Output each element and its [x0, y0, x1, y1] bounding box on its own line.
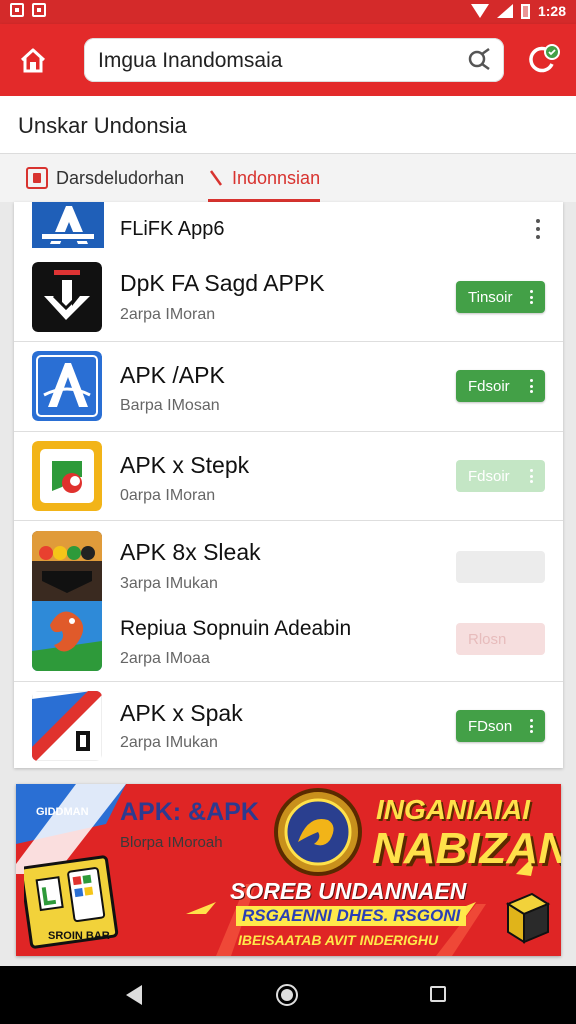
- install-button[interactable]: Fdsoir: [456, 370, 545, 402]
- notification-icon: [10, 3, 24, 17]
- app-list: FLiFK App6 DpK FA Sagd APPK 2arpa IMoran…: [14, 202, 563, 768]
- banner-line-3: IBEISAATAB AVIT INDERIGHU: [238, 932, 439, 948]
- app-name: DpK FA Sagd APPK: [120, 270, 325, 296]
- list-item[interactable]: APK 8x Sleak 3arpa IMukan: [14, 521, 563, 601]
- status-bar: 1:28: [0, 0, 576, 24]
- app-subtitle: 3arpa IMukan: [120, 575, 218, 592]
- app-name: Repiua Sopnuin Adeabin: [120, 617, 352, 640]
- gift-box-icon: [505, 892, 551, 944]
- tab-downloads[interactable]: Darsdeludorhan: [26, 154, 184, 202]
- app-icon-yellow: [32, 441, 102, 511]
- app-name: APK /APK: [120, 362, 225, 388]
- home-icon: [20, 48, 46, 73]
- list-item[interactable]: Repiua Sopnuin Adeabin 2arpa IMoaa Rlosn: [14, 601, 563, 682]
- banner-line-1: SOREB UNDANNAEN: [230, 878, 467, 904]
- tab-indonesian[interactable]: Indonnsian: [208, 154, 321, 202]
- tab-bar: Darsdeludorhan Indonnsian: [0, 154, 576, 202]
- app-name: APK x Stepk: [120, 452, 250, 478]
- document-icon: [26, 167, 48, 189]
- banner-headline-1: INGANIAIAI: [376, 794, 530, 825]
- more-icon: [530, 469, 534, 483]
- install-button-label: Tinsoir: [468, 288, 513, 306]
- banner-sign-text: SROIN BAR: [48, 930, 110, 942]
- install-button-label: Fdsoir: [468, 377, 510, 395]
- app-icon-flag: [32, 691, 102, 761]
- install-button[interactable]: Rlosn: [456, 623, 545, 655]
- home-circle-icon[interactable]: [276, 984, 298, 1006]
- install-button-label: FDson: [468, 717, 513, 735]
- list-item[interactable]: APK x Stepk 0arpa IMoran Fdsoir: [14, 432, 563, 521]
- app-subtitle: 2arpa IMoaa: [120, 650, 210, 667]
- page-title-bar: Unskar Undonsia: [0, 96, 576, 154]
- app-subtitle: 2arpa IMoran: [120, 306, 216, 323]
- install-button[interactable]: Fdsoir: [456, 460, 545, 492]
- more-icon: [530, 719, 534, 733]
- emblem-badge-icon: [274, 788, 362, 876]
- app-store-logo-icon: [32, 202, 104, 248]
- more-icon: [530, 290, 534, 304]
- notification-icons: [10, 3, 46, 17]
- app-subtitle: 0arpa IMoran: [120, 487, 216, 504]
- app-name: APK x Spak: [120, 700, 243, 726]
- app-subtitle: Barpa IMosan: [120, 397, 220, 414]
- notification-icon: [32, 3, 46, 17]
- status-time: 1:28: [537, 3, 566, 19]
- tab-label: Darsdeludorhan: [56, 167, 185, 188]
- install-button[interactable]: [456, 551, 545, 583]
- app-subtitle: 2arpa IMukan: [120, 734, 218, 751]
- app-icon-arrow: [32, 262, 102, 332]
- install-button[interactable]: FDson: [456, 710, 545, 742]
- install-button-label: Fdsoir: [468, 467, 510, 485]
- banner-line-2: RSGAENNI DHES. RSGONI: [236, 906, 467, 926]
- list-item-top[interactable]: FLiFK App6: [14, 202, 563, 252]
- banner-title: APK: &APK: [120, 798, 259, 826]
- banner-subtitle: Blorpa IMoroah: [120, 834, 223, 851]
- banner-headline-2: NABIZAN: [372, 824, 561, 873]
- list-item[interactable]: DpK FA Sagd APPK 2arpa IMoran Tinsoir: [14, 252, 563, 342]
- promo-banner[interactable]: GIDDMAN SROIN BAR APK: &APK Blorpa IMoro…: [16, 784, 561, 956]
- signal-icon: [496, 4, 513, 18]
- back-icon[interactable]: [126, 985, 142, 1005]
- search-query: Imgua Inandomsaia: [98, 49, 283, 72]
- tab-label: Indonnsian: [232, 167, 321, 188]
- home-button[interactable]: [14, 41, 52, 79]
- refresh-icon[interactable]: [522, 40, 562, 80]
- app-icon-store: [32, 351, 102, 421]
- install-button-label: Rlosn: [468, 630, 507, 648]
- battery-icon: [520, 3, 530, 19]
- app-name: APK 8x Sleak: [120, 539, 261, 565]
- search-icon[interactable]: [466, 47, 492, 73]
- pencil-icon: [209, 170, 223, 186]
- app-title: FLiFK App6: [120, 218, 225, 240]
- list-item[interactable]: APK /APK Barpa IMosan Fdsoir: [14, 342, 563, 432]
- more-options-icon[interactable]: [535, 219, 541, 239]
- search-input[interactable]: Imgua Inandomsaia: [84, 38, 504, 82]
- list-item[interactable]: APK x Spak 2arpa IMukan FDson: [14, 682, 563, 768]
- system-nav-bar: [0, 966, 576, 1024]
- banner-badge: GIDDMAN: [36, 806, 89, 818]
- install-button[interactable]: Tinsoir: [456, 281, 545, 313]
- more-icon: [530, 379, 534, 393]
- app-header: Imgua Inandomsaia: [0, 24, 576, 96]
- recent-apps-icon[interactable]: [430, 986, 446, 1002]
- list-item-group: APK 8x Sleak 3arpa IMukan Repiua Sopnuin…: [14, 521, 563, 682]
- wifi-icon: [470, 4, 489, 18]
- page-title: Unskar Undonsia: [18, 113, 187, 138]
